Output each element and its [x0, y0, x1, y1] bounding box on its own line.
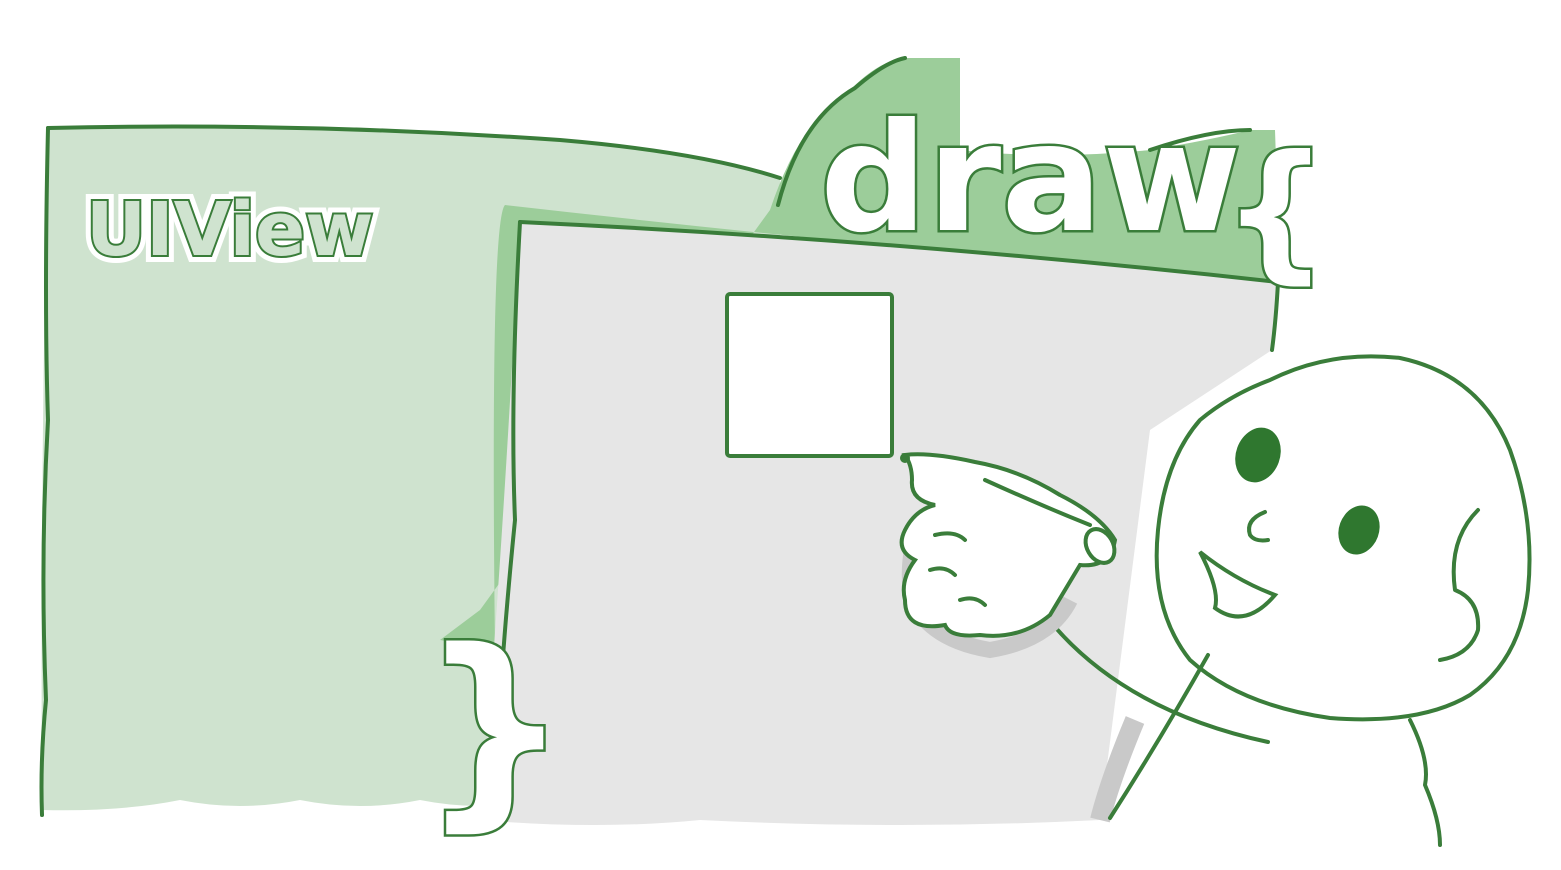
close-brace: }: [420, 605, 570, 850]
draw-label: draw: [820, 92, 1241, 266]
uiview-draw-illustration: UIView UIView draw { }: [39, 56, 1532, 853]
white-rectangle: [725, 292, 894, 458]
open-brace: {: [1222, 124, 1329, 298]
pen-tip: [900, 453, 910, 463]
figure-body-right: [1408, 718, 1442, 847]
uiview-label-outline: UIView: [86, 187, 374, 273]
